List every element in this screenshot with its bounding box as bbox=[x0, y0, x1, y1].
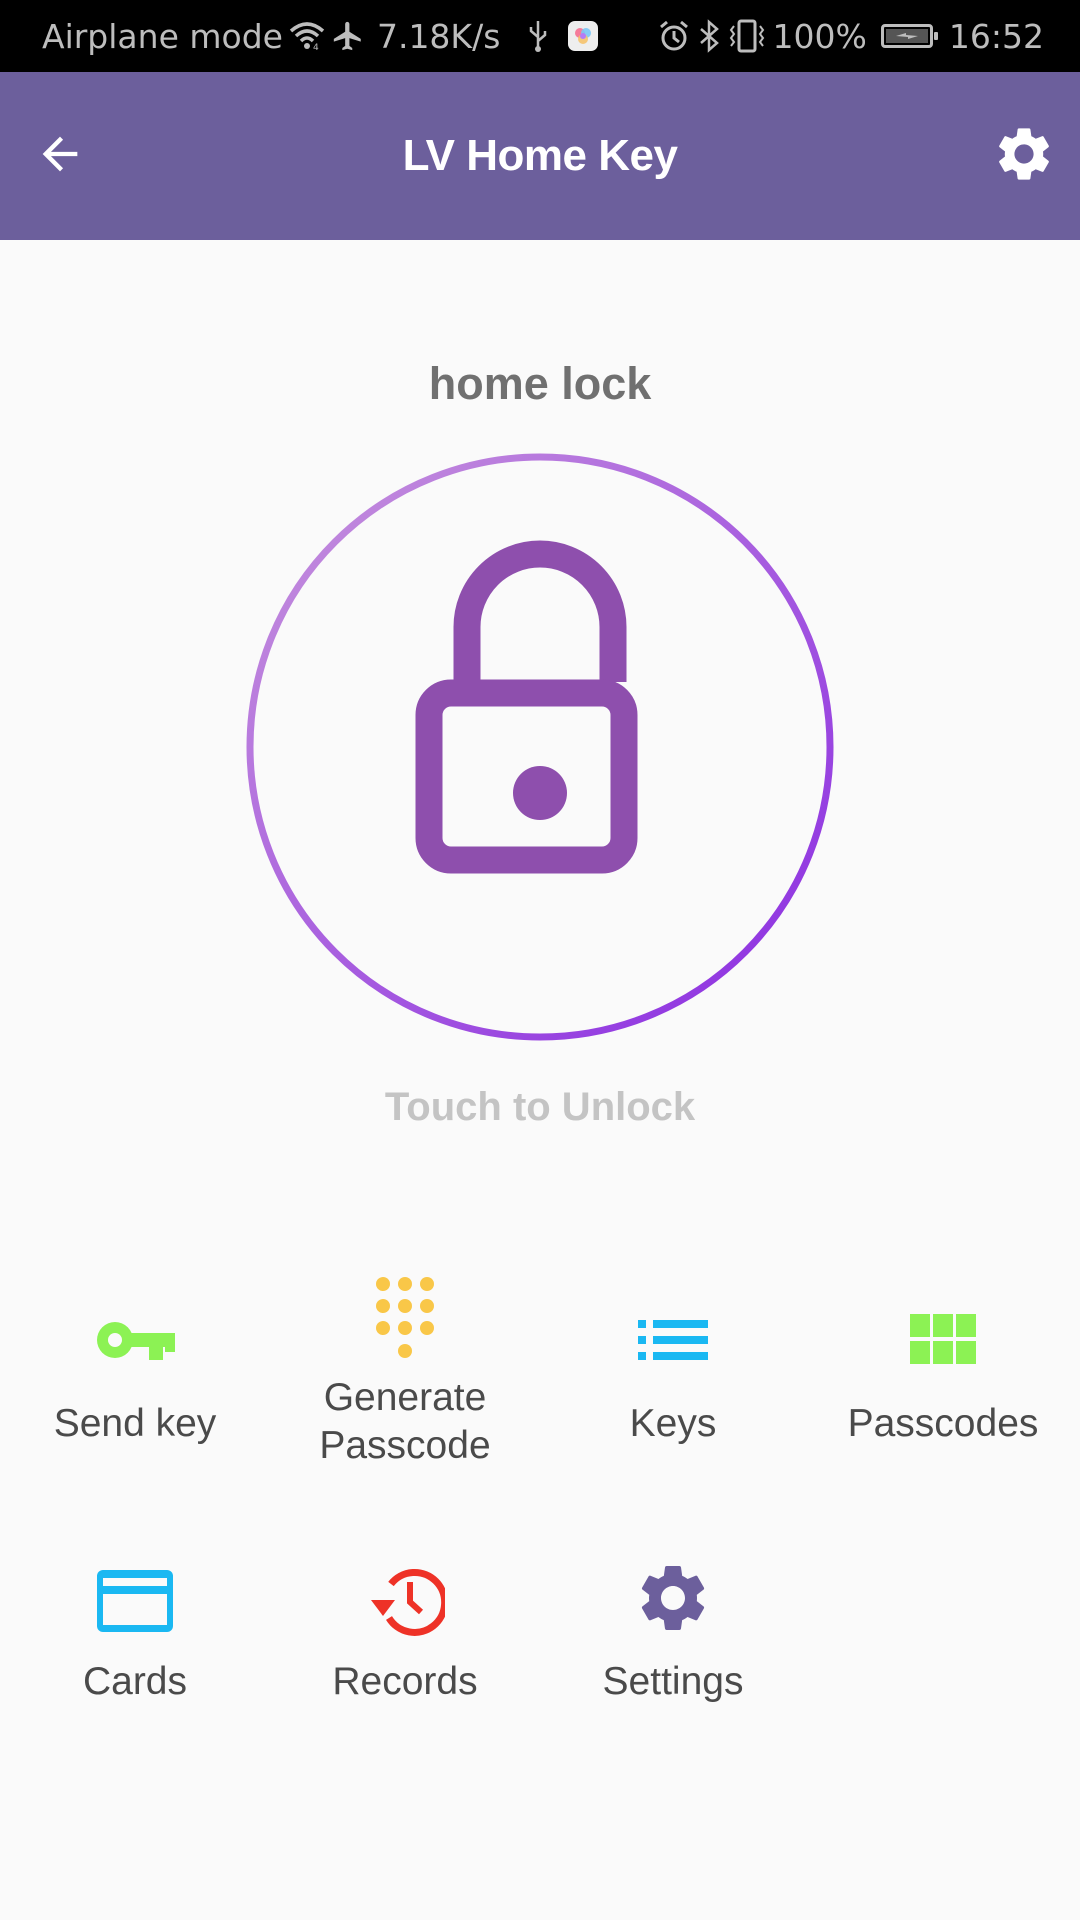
battery-percent: 100% bbox=[772, 16, 867, 56]
history-icon bbox=[270, 1564, 540, 1636]
menu-label-line1: Generate bbox=[323, 1376, 487, 1419]
menu-label: Records bbox=[332, 1660, 478, 1703]
dialpad-icon bbox=[270, 1274, 540, 1360]
app-title: LV Home Key bbox=[402, 131, 678, 180]
lock-icon bbox=[415, 540, 638, 874]
lock-name: home lock bbox=[428, 358, 652, 409]
status-left: Airplane mode 4 7.18K/s bbox=[42, 0, 599, 72]
menu-label: Send key bbox=[53, 1402, 217, 1445]
menu-label-line2: Passcode bbox=[319, 1424, 491, 1467]
gear-icon bbox=[538, 1558, 808, 1638]
vibrate-icon bbox=[727, 18, 767, 54]
settings-menu-button[interactable]: Settings bbox=[538, 1550, 808, 1720]
grid-icon bbox=[808, 1314, 1078, 1364]
bluetooth-icon bbox=[697, 19, 721, 53]
menu-label: Passcodes bbox=[847, 1402, 1039, 1445]
menu-label: Cards bbox=[82, 1660, 188, 1703]
settings-button[interactable] bbox=[990, 122, 1058, 190]
list-icon bbox=[538, 1320, 808, 1362]
usb-icon bbox=[528, 19, 548, 53]
cards-button[interactable]: Cards bbox=[0, 1550, 270, 1720]
unlock-button[interactable] bbox=[245, 452, 835, 1042]
network-label: Airplane mode bbox=[42, 16, 283, 56]
generate-passcode-button[interactable]: Generate Passcode bbox=[270, 1270, 540, 1470]
menu-label: Keys bbox=[629, 1402, 717, 1445]
send-key-button[interactable]: Send key bbox=[0, 1270, 270, 1470]
menu-label: Settings bbox=[602, 1660, 744, 1703]
passcodes-button[interactable]: Passcodes bbox=[808, 1270, 1078, 1470]
battery-charging-icon bbox=[880, 24, 938, 48]
app-bar: LV Home Key bbox=[0, 72, 1080, 240]
key-icon bbox=[0, 1316, 270, 1364]
status-right: 100% 16:52 bbox=[657, 0, 1044, 72]
clock: 16:52 bbox=[948, 16, 1044, 56]
wifi-icon: 4 bbox=[289, 21, 325, 51]
svg-text:4: 4 bbox=[313, 43, 319, 51]
status-bar: Airplane mode 4 7.18K/s 100% 16:52 bbox=[0, 0, 1080, 72]
app-notification-icon bbox=[568, 21, 599, 51]
network-speed: 7.18K/s bbox=[376, 16, 501, 56]
lock-ring bbox=[246, 453, 834, 1041]
records-button[interactable]: Records bbox=[270, 1550, 540, 1720]
card-icon bbox=[0, 1570, 270, 1632]
alarm-icon bbox=[657, 19, 691, 53]
keys-button[interactable]: Keys bbox=[538, 1270, 808, 1470]
airplane-icon bbox=[331, 19, 365, 53]
gear-icon bbox=[992, 122, 1056, 191]
unlock-hint: Touch to Unlock bbox=[384, 1085, 696, 1129]
